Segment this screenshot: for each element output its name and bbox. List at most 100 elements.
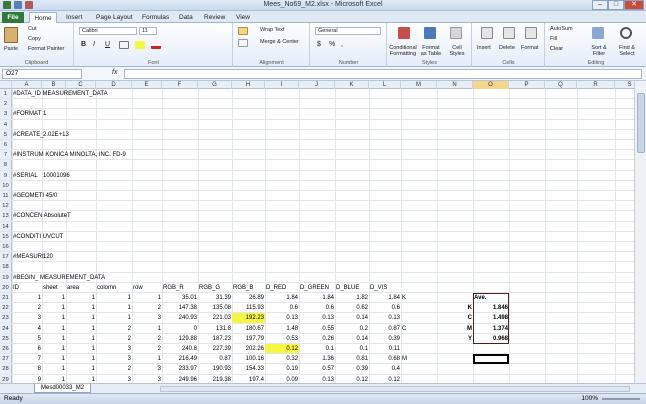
cell[interactable]: area (66, 283, 96, 292)
cell-styles-button[interactable]: Cell Styles (445, 45, 469, 57)
cell[interactable]: 1 (42, 313, 66, 322)
cell[interactable]: 197.79 (232, 334, 265, 343)
cell[interactable]: 1 (66, 303, 96, 312)
cell[interactable]: 2 (132, 344, 162, 353)
cell[interactable]: 10001096 (42, 171, 70, 180)
format-as-table-button[interactable]: Format as Table (419, 45, 443, 57)
cell[interactable]: 1 (12, 293, 42, 302)
row-header[interactable]: 9 (0, 170, 12, 180)
cell[interactable]: 4 (12, 324, 42, 333)
cell[interactable]: #CREATE_ (12, 130, 44, 139)
cell[interactable]: 5 (12, 334, 42, 343)
sort-icon[interactable] (592, 27, 604, 39)
row-header[interactable]: 16 (0, 242, 12, 252)
row-header[interactable]: 11 (0, 191, 12, 201)
cell[interactable]: 2 (12, 303, 42, 312)
font-color-icon[interactable] (151, 41, 161, 49)
cell[interactable]: D_GREEN (299, 283, 335, 292)
cell[interactable]: 120 (42, 252, 66, 261)
row-header[interactable]: 21 (0, 293, 12, 303)
tab-home[interactable]: Home (29, 12, 57, 23)
row-header[interactable]: 29 (0, 374, 12, 383)
cell[interactable]: 147.38 (162, 303, 198, 312)
align-left-icon[interactable] (238, 39, 248, 47)
cell[interactable]: 1 (96, 313, 132, 322)
column-header-a[interactable]: A (12, 81, 42, 89)
column-header-r[interactable]: R (577, 81, 615, 89)
cell[interactable]: 0.6 (369, 303, 401, 312)
row-header[interactable]: 23 (0, 313, 12, 323)
column-header-c[interactable]: C (66, 81, 96, 89)
cell[interactable]: 1 (42, 293, 66, 302)
cell[interactable]: 3 (12, 313, 42, 322)
column-header-f[interactable]: F (162, 81, 198, 89)
cell[interactable]: 26.89 (232, 293, 265, 302)
cell[interactable]: 154.33 (232, 364, 265, 373)
row-header[interactable]: 25 (0, 333, 12, 343)
cell[interactable]: 1.82 (335, 293, 369, 302)
row-header[interactable]: 22 (0, 303, 12, 313)
cell[interactable]: 0.12 (265, 344, 299, 354)
worksheet-grid[interactable]: A B C D E F G H I J K L M N O P Q R S 1 #DATA_ID MEASUREMENT… (0, 81, 634, 383)
column-header-i[interactable]: I (265, 81, 299, 89)
minimize-button[interactable]: – (592, 0, 608, 10)
cell[interactable]: C (437, 313, 473, 322)
cell[interactable]: 0.53 (265, 334, 299, 343)
cell[interactable]: RGB_B (232, 283, 265, 292)
column-header-n[interactable]: N (437, 81, 473, 89)
cell[interactable]: 219.38 (198, 375, 232, 383)
cell[interactable]: C (401, 324, 437, 333)
find-select-button[interactable]: Find & Select (614, 45, 640, 57)
cell[interactable]: 3 (96, 344, 132, 353)
cell[interactable]: 1 (66, 344, 96, 353)
fill-color-icon[interactable] (135, 41, 145, 49)
format-button[interactable]: Format (521, 45, 538, 51)
row-header[interactable]: 14 (0, 221, 12, 231)
tab-data[interactable]: Data (175, 12, 197, 23)
cell-styles-icon[interactable] (450, 27, 462, 39)
cell[interactable]: #MEASURI (12, 252, 44, 261)
row-header[interactable]: 2 (0, 99, 12, 109)
format-icon[interactable] (525, 27, 537, 39)
cell[interactable]: 0.62 (335, 303, 369, 312)
currency-button[interactable]: $ (317, 41, 321, 48)
cell[interactable]: #CONDITI UVCUT (12, 232, 63, 241)
cell[interactable]: RGB_R (162, 283, 198, 292)
cell[interactable]: 0.13 (299, 375, 335, 383)
merge-center-button[interactable]: Merge & Center (260, 39, 299, 45)
cell[interactable]: D_VIS (369, 283, 401, 292)
cell[interactable]: row (132, 283, 162, 292)
tab-review[interactable]: Review (200, 12, 229, 23)
select-all-corner[interactable] (0, 81, 12, 89)
cell[interactable]: 3 (96, 375, 132, 383)
column-header-q[interactable]: Q (545, 81, 577, 89)
cell[interactable]: 1.84 (299, 293, 335, 302)
cell[interactable]: 180.67 (232, 324, 265, 333)
cell[interactable]: 0.14 (335, 313, 369, 322)
cell[interactable]: 1 (96, 293, 132, 302)
cell[interactable]: RGB_G (198, 283, 232, 292)
row-header[interactable]: 26 (0, 344, 12, 354)
cell[interactable]: #SERIAL (12, 171, 42, 180)
cell[interactable]: 0.4 (369, 364, 401, 373)
cell[interactable]: 0.39 (335, 364, 369, 373)
cell[interactable]: 3 (132, 364, 162, 373)
cell[interactable]: 0.32 (265, 354, 299, 363)
formula-input[interactable] (124, 69, 642, 79)
cell[interactable]: 131.8 (198, 324, 232, 333)
tab-formulas[interactable]: Formulas (138, 12, 173, 23)
row-header[interactable]: 15 (0, 231, 12, 241)
row-header[interactable]: 6 (0, 140, 12, 150)
cell[interactable]: #BEGIN_ MEASUREMENT_DATA (12, 273, 105, 282)
cell[interactable]: M (401, 354, 437, 363)
cell[interactable]: 9 (12, 375, 42, 383)
cell[interactable]: 0.09 (265, 375, 299, 383)
cell[interactable]: 240.8 (162, 344, 198, 353)
cell[interactable]: 7 (12, 354, 42, 363)
row-header[interactable]: 28 (0, 364, 12, 374)
cell[interactable]: 0.68 (369, 354, 401, 363)
tab-view[interactable]: View (232, 12, 254, 23)
cell[interactable]: 35.01 (162, 293, 198, 302)
cell[interactable]: 135.08 (198, 303, 232, 312)
cell[interactable] (401, 303, 437, 312)
